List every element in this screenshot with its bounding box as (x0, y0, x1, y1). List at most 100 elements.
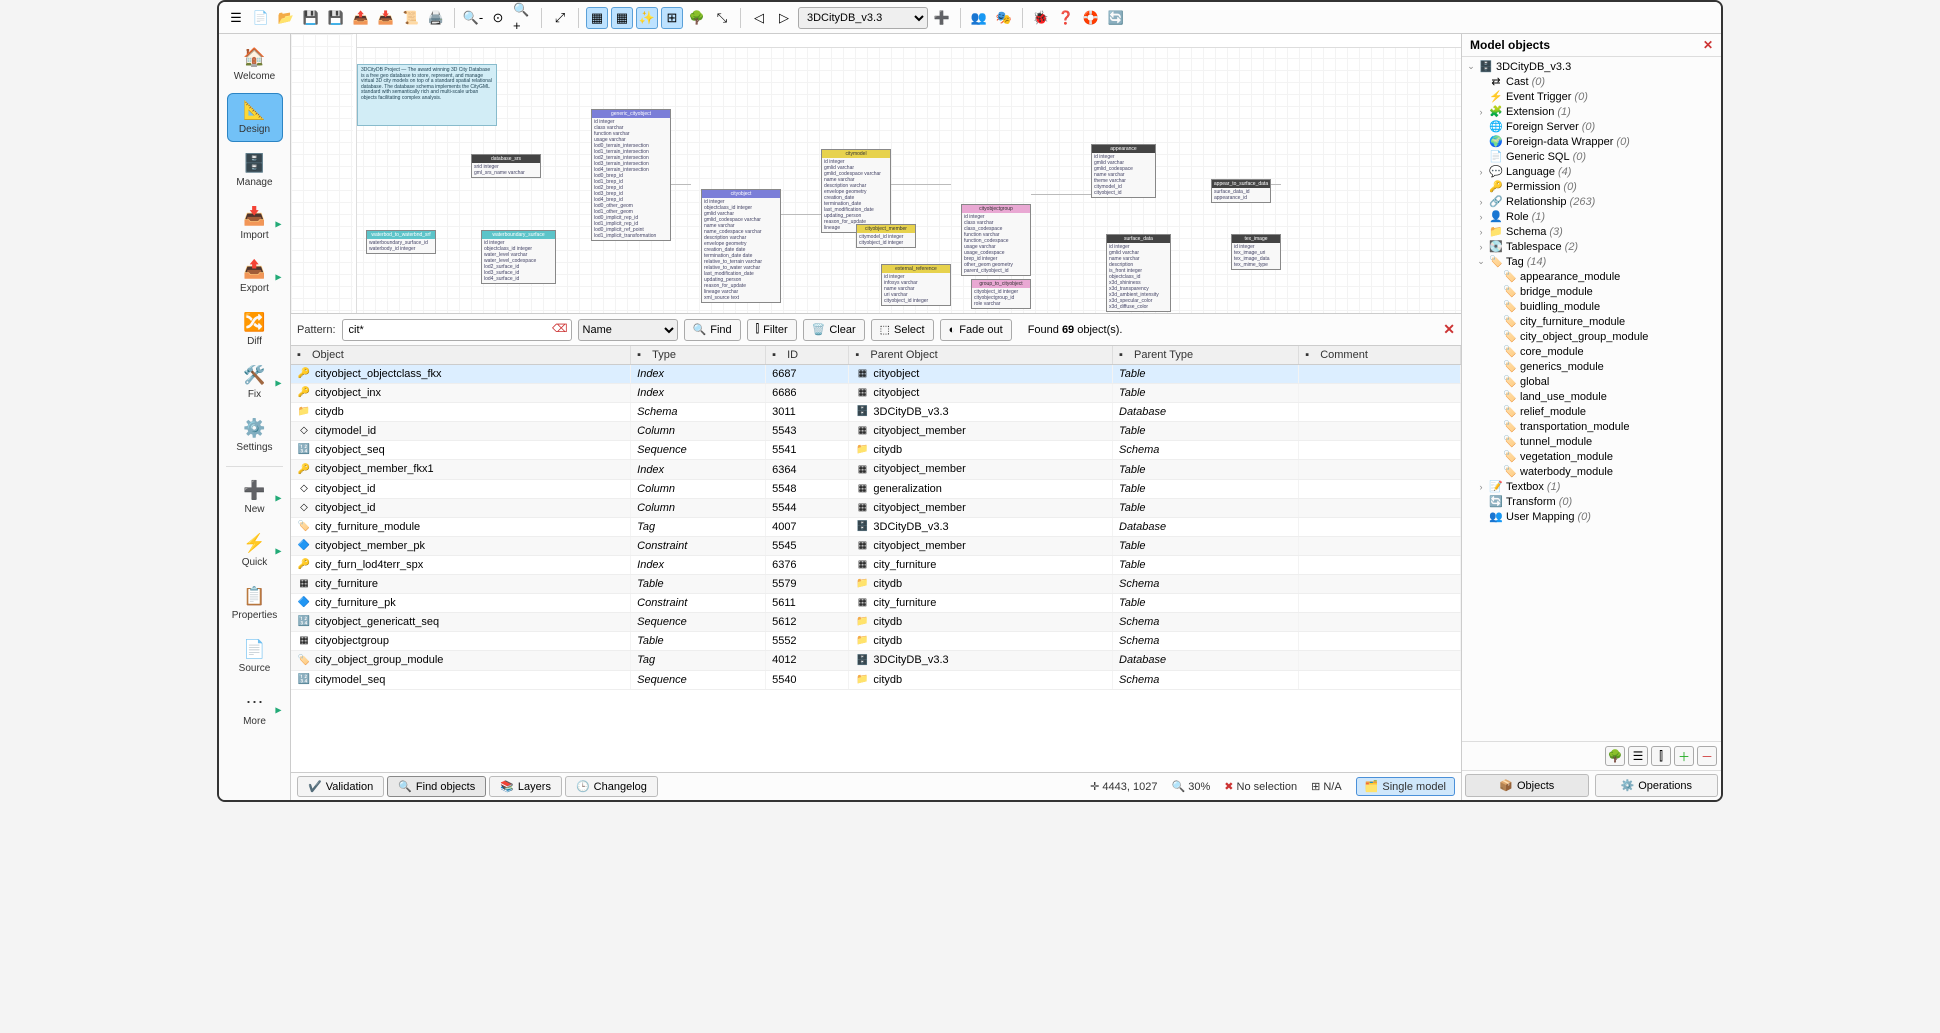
expand-icon[interactable]: › (1476, 107, 1486, 117)
column-header[interactable]: ▪Parent Type (1113, 346, 1299, 365)
result-row[interactable]: 🔑cityobject_member_fkx1Index6364▦cityobj… (291, 460, 1461, 479)
expand-icon[interactable]: › (1476, 242, 1486, 252)
scope-select[interactable]: Name (578, 319, 678, 341)
erd-table[interactable]: external_referenceid integerinfosys varc… (881, 264, 951, 306)
expand-icon[interactable]: ⌄ (1476, 256, 1486, 267)
tree-node[interactable]: ⇄Cast (0) (1462, 74, 1721, 89)
tree-node[interactable]: ›💽Tablespace (2) (1462, 239, 1721, 254)
filter-button[interactable]: ⫿Filter (747, 319, 797, 341)
tree-node[interactable]: ⌄🏷️Tag (14) (1462, 254, 1721, 269)
nav-prev-icon[interactable]: ◁ (748, 7, 770, 29)
nav-settings[interactable]: ⚙️Settings (227, 411, 283, 460)
erd-table[interactable]: appear_to_surface_datasurface_data_idapp… (1211, 179, 1271, 203)
erd-table[interactable]: cityobjectid integerobjectclass_id integ… (701, 189, 781, 303)
save-as-icon[interactable]: 💾 (325, 7, 347, 29)
select-button[interactable]: ⬚Select (871, 319, 934, 341)
expand-icon[interactable]: ⤡ (711, 7, 733, 29)
tree-node[interactable]: 👥User Mapping (0) (1462, 509, 1721, 524)
tree-leaf[interactable]: 🏷️generics_module (1462, 359, 1721, 374)
zoom-fit-icon[interactable]: ⤢ (549, 7, 571, 29)
nav-more[interactable]: ⋯More▶ (227, 685, 283, 734)
close-panel-icon[interactable]: ✕ (1703, 38, 1713, 52)
nav-welcome[interactable]: 🏠Welcome (227, 40, 283, 89)
lifebuoy-icon[interactable]: 🛟 (1080, 7, 1102, 29)
tree-leaf[interactable]: 🏷️city_object_group_module (1462, 329, 1721, 344)
result-row[interactable]: 🔑city_furn_lod4terr_spxIndex6376▦city_fu… (291, 555, 1461, 574)
open-folder-icon[interactable]: 📂 (275, 7, 297, 29)
tree-leaf[interactable]: 🏷️transportation_module (1462, 419, 1721, 434)
tree-root[interactable]: ⌄🗄️3DCityDB_v3.3 (1462, 59, 1721, 74)
erd-table[interactable]: cityobjectgroupid integerclass varcharcl… (961, 204, 1031, 276)
erd-table[interactable]: surface_dataid integergmlid varcharname … (1106, 234, 1171, 312)
nav-import[interactable]: 📥Import▶ (227, 199, 283, 248)
result-row[interactable]: 🔑cityobject_objectclass_fkxIndex6687▦cit… (291, 365, 1461, 384)
erd-table[interactable]: tex_imageid integertex_image_uritex_imag… (1231, 234, 1281, 270)
compact-view-icon[interactable]: ⊞ (661, 7, 683, 29)
bug-icon[interactable]: 🐞 (1030, 7, 1052, 29)
tree-node[interactable]: 📄Generic SQL (0) (1462, 149, 1721, 164)
column-header[interactable]: ▪Object (291, 346, 631, 365)
erd-table[interactable]: group_to_cityobjectcityobject_id integer… (971, 279, 1031, 309)
tree-node[interactable]: 🔄Transform (0) (1462, 494, 1721, 509)
tree-leaf[interactable]: 🏷️city_furniture_module (1462, 314, 1721, 329)
nav-diff[interactable]: 🔀Diff (227, 305, 283, 354)
roles-icon[interactable]: 🎭 (993, 7, 1015, 29)
objects-tab[interactable]: 📦Objects (1465, 774, 1589, 797)
result-row[interactable]: 🔑cityobject_inxIndex6686▦cityobjectTable (291, 384, 1461, 403)
tree-node[interactable]: ›📝Textbox (1) (1462, 479, 1721, 494)
list-view-mode-icon[interactable]: ☰ (1628, 746, 1648, 766)
remove-object-icon[interactable]: － (1697, 746, 1717, 766)
tree-leaf[interactable]: 🏷️core_module (1462, 344, 1721, 359)
tree-node[interactable]: ›📁Schema (3) (1462, 224, 1721, 239)
import-icon[interactable]: 📥 (375, 7, 397, 29)
canvas-note[interactable]: 3DCityDB Project — The award winning 3D … (357, 64, 497, 126)
close-find-icon[interactable]: ✕ (1443, 321, 1455, 338)
snap-toggle-icon[interactable]: ▦ (611, 7, 633, 29)
new-file-icon[interactable]: 📄 (250, 7, 272, 29)
zoom-in-icon[interactable]: 🔍+ (512, 7, 534, 29)
expand-icon[interactable]: › (1476, 212, 1486, 222)
clear-button[interactable]: 🗑️Clear (803, 319, 865, 341)
tree-leaf[interactable]: 🏷️bridge_module (1462, 284, 1721, 299)
result-row[interactable]: ◇citymodel_idColumn5543▦cityobject_membe… (291, 422, 1461, 441)
find-button[interactable]: 🔍Find (684, 319, 741, 341)
bottom-tab-validation[interactable]: ✔️Validation (297, 776, 384, 797)
nav-fix[interactable]: 🛠️Fix▶ (227, 358, 283, 407)
save-icon[interactable]: 💾 (300, 7, 322, 29)
result-row[interactable]: ▦city_furnitureTable5579📁citydbSchema (291, 575, 1461, 594)
add-model-icon[interactable]: ➕ (931, 7, 953, 29)
print-icon[interactable]: 🖨️ (425, 7, 447, 29)
tree-leaf[interactable]: 🏷️waterbody_module (1462, 464, 1721, 479)
script-icon[interactable]: 📜 (400, 7, 422, 29)
tree-leaf[interactable]: 🏷️global (1462, 374, 1721, 389)
tree-view-icon[interactable]: 🌳 (686, 7, 708, 29)
column-header[interactable]: ▪ID (766, 346, 849, 365)
tree-node[interactable]: ⚡Event Trigger (0) (1462, 89, 1721, 104)
erd-canvas[interactable]: 3DCityDB Project — The award winning 3D … (291, 34, 1461, 314)
mode-toggle[interactable]: 🗂️Single model (1356, 777, 1455, 796)
expand-icon[interactable]: › (1476, 197, 1486, 207)
object-tree[interactable]: ⌄🗄️3DCityDB_v3.3⇄Cast (0)⚡Event Trigger … (1462, 57, 1721, 741)
zoom-out-icon[interactable]: 🔍- (462, 7, 484, 29)
nav-new[interactable]: ➕New▶ (227, 473, 283, 522)
filter-tree-icon[interactable]: ⫿ (1651, 746, 1671, 766)
column-header[interactable]: ▪Comment (1299, 346, 1461, 365)
tree-node[interactable]: 🌍Foreign-data Wrapper (0) (1462, 134, 1721, 149)
tree-node[interactable]: ›💬Language (4) (1462, 164, 1721, 179)
result-row[interactable]: 📁citydbSchema3011🗄️3DCityDB_v3.3Database (291, 403, 1461, 422)
erd-table[interactable]: database_srssrid integergml_srs_name var… (471, 154, 541, 178)
tree-leaf[interactable]: 🏷️tunnel_module (1462, 434, 1721, 449)
erd-table[interactable]: cityobject_membercitymodel_id integercit… (856, 224, 916, 248)
column-header[interactable]: ▪Parent Object (849, 346, 1113, 365)
bottom-tab-findobjects[interactable]: 🔍Find objects (387, 776, 486, 797)
menu-icon[interactable]: ☰ (225, 7, 247, 29)
erd-table[interactable]: waterboundary_surfaceid integerobjectcla… (481, 230, 556, 284)
result-row[interactable]: 🔢cityobject_seqSequence5541📁citydbSchema (291, 441, 1461, 460)
bottom-tab-changelog[interactable]: 🕒Changelog (565, 776, 658, 797)
export-icon[interactable]: 📤 (350, 7, 372, 29)
tree-leaf[interactable]: 🏷️relief_module (1462, 404, 1721, 419)
nav-next-icon[interactable]: ▷ (773, 7, 795, 29)
result-row[interactable]: 🔷cityobject_member_pkConstraint5545▦city… (291, 536, 1461, 555)
clear-pattern-icon[interactable]: ⌫ (552, 322, 568, 335)
result-row[interactable]: 🔢citymodel_seqSequence5540📁citydbSchema (291, 670, 1461, 689)
